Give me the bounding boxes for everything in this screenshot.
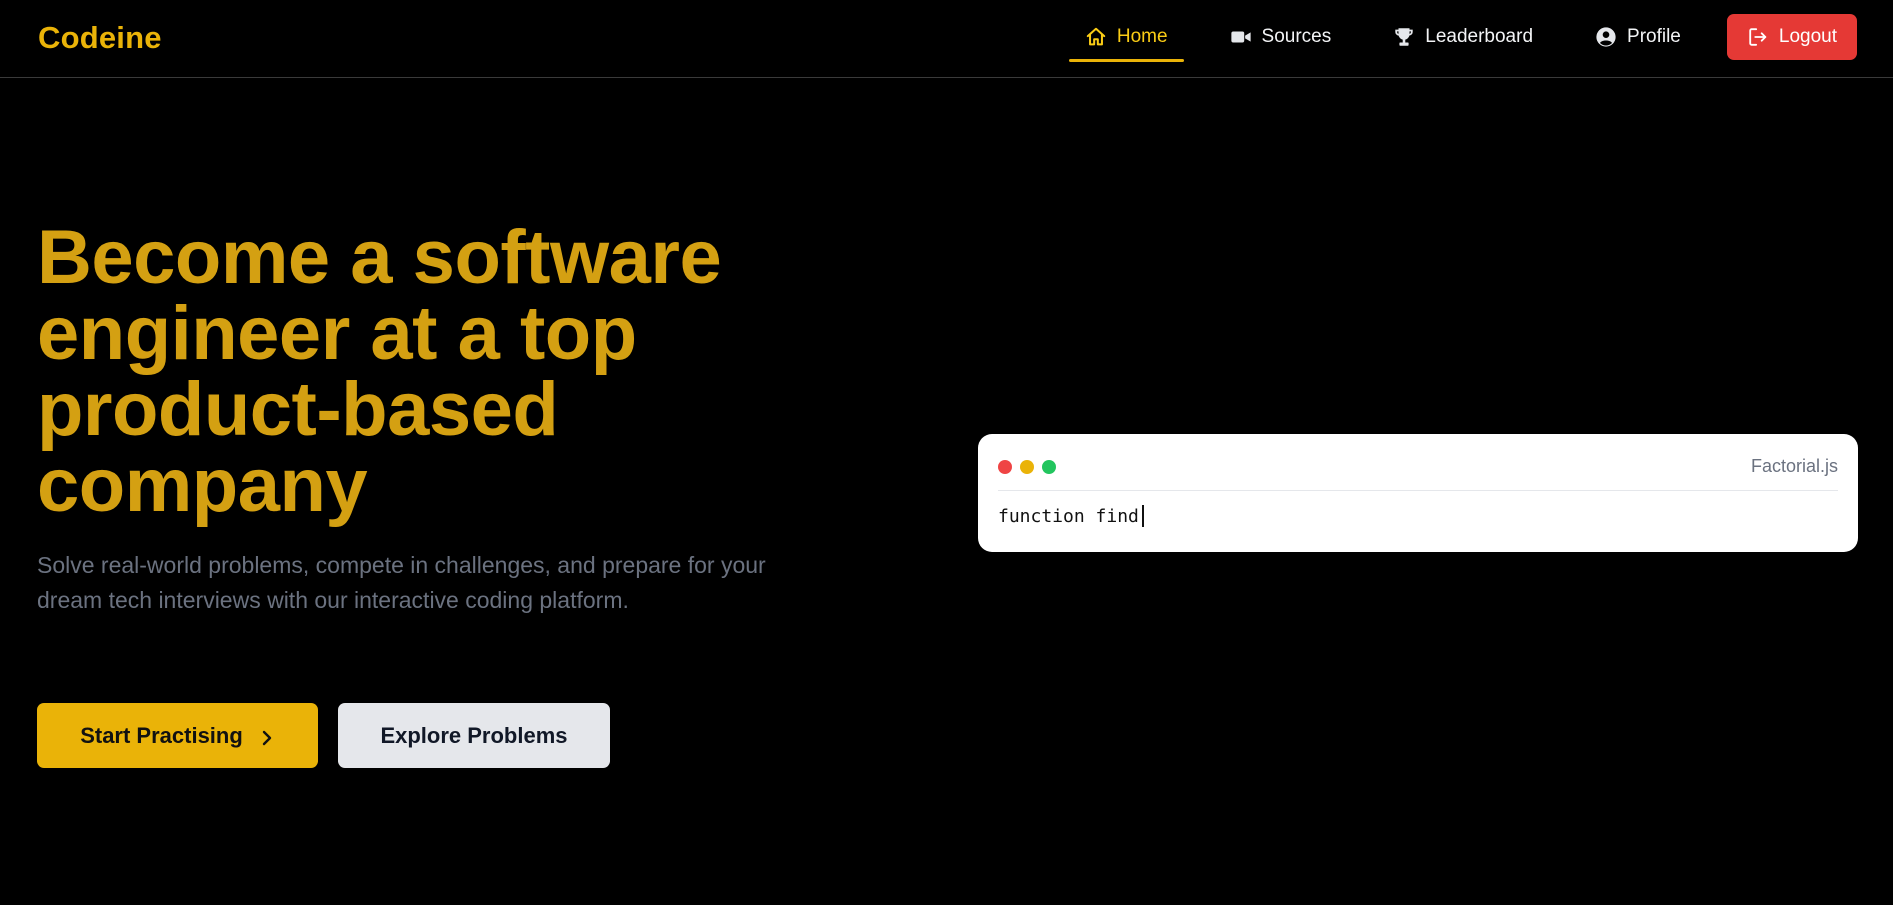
nav-item-profile[interactable]: Profile (1579, 14, 1697, 60)
navbar: Codeine Home Sources Leaderboard Profile… (0, 0, 1893, 78)
close-dot-icon (998, 460, 1012, 474)
nav-item-label: Home (1116, 26, 1168, 47)
start-practising-button[interactable]: Start Practising (37, 703, 318, 768)
user-circle-icon (1595, 26, 1617, 48)
start-practising-label: Start Practising (80, 722, 243, 748)
code-content: function find (998, 505, 1139, 527)
explore-problems-button[interactable]: Explore Problems (338, 703, 610, 768)
card-divider (998, 490, 1838, 491)
code-text[interactable]: function find (998, 505, 1144, 527)
trophy-icon (1393, 26, 1415, 48)
chevron-right-icon (259, 729, 275, 747)
nav-item-label: Sources (1261, 26, 1332, 47)
code-filename: Factorial.js (1750, 456, 1838, 476)
nav-item-label: Profile (1627, 26, 1681, 47)
hero-title-line: engineer at a top (37, 291, 637, 376)
window-controls (998, 460, 1056, 474)
minimize-dot-icon (1020, 460, 1034, 474)
home-icon (1085, 26, 1107, 48)
text-caret (1141, 505, 1144, 527)
nav-item-sources[interactable]: Sources (1214, 14, 1348, 60)
logout-label: Logout (1778, 26, 1837, 47)
video-camera-icon (1230, 26, 1252, 48)
hero-title: Become a software engineer at a top prod… (37, 220, 897, 524)
hero-title-line: company (37, 443, 368, 528)
maximize-dot-icon (1042, 460, 1056, 474)
hero-title-line: product-based (37, 367, 559, 452)
code-editor-card: Factorial.js function find (978, 434, 1858, 552)
nav-item-leaderboard[interactable]: Leaderboard (1377, 14, 1549, 60)
brand-logo[interactable]: Codeine (38, 20, 162, 56)
logout-icon (1747, 26, 1769, 48)
hero-subtitle: Solve real-world problems, compete in ch… (37, 552, 766, 613)
main-nav: Home Sources Leaderboard Profile Logout (1039, 14, 1857, 62)
nav-item-home[interactable]: Home (1068, 14, 1184, 62)
logout-button[interactable]: Logout (1726, 14, 1857, 60)
explore-problems-label: Explore Problems (380, 722, 568, 748)
hero-title-line: Become a software (37, 215, 722, 300)
nav-item-label: Leaderboard (1425, 26, 1534, 47)
